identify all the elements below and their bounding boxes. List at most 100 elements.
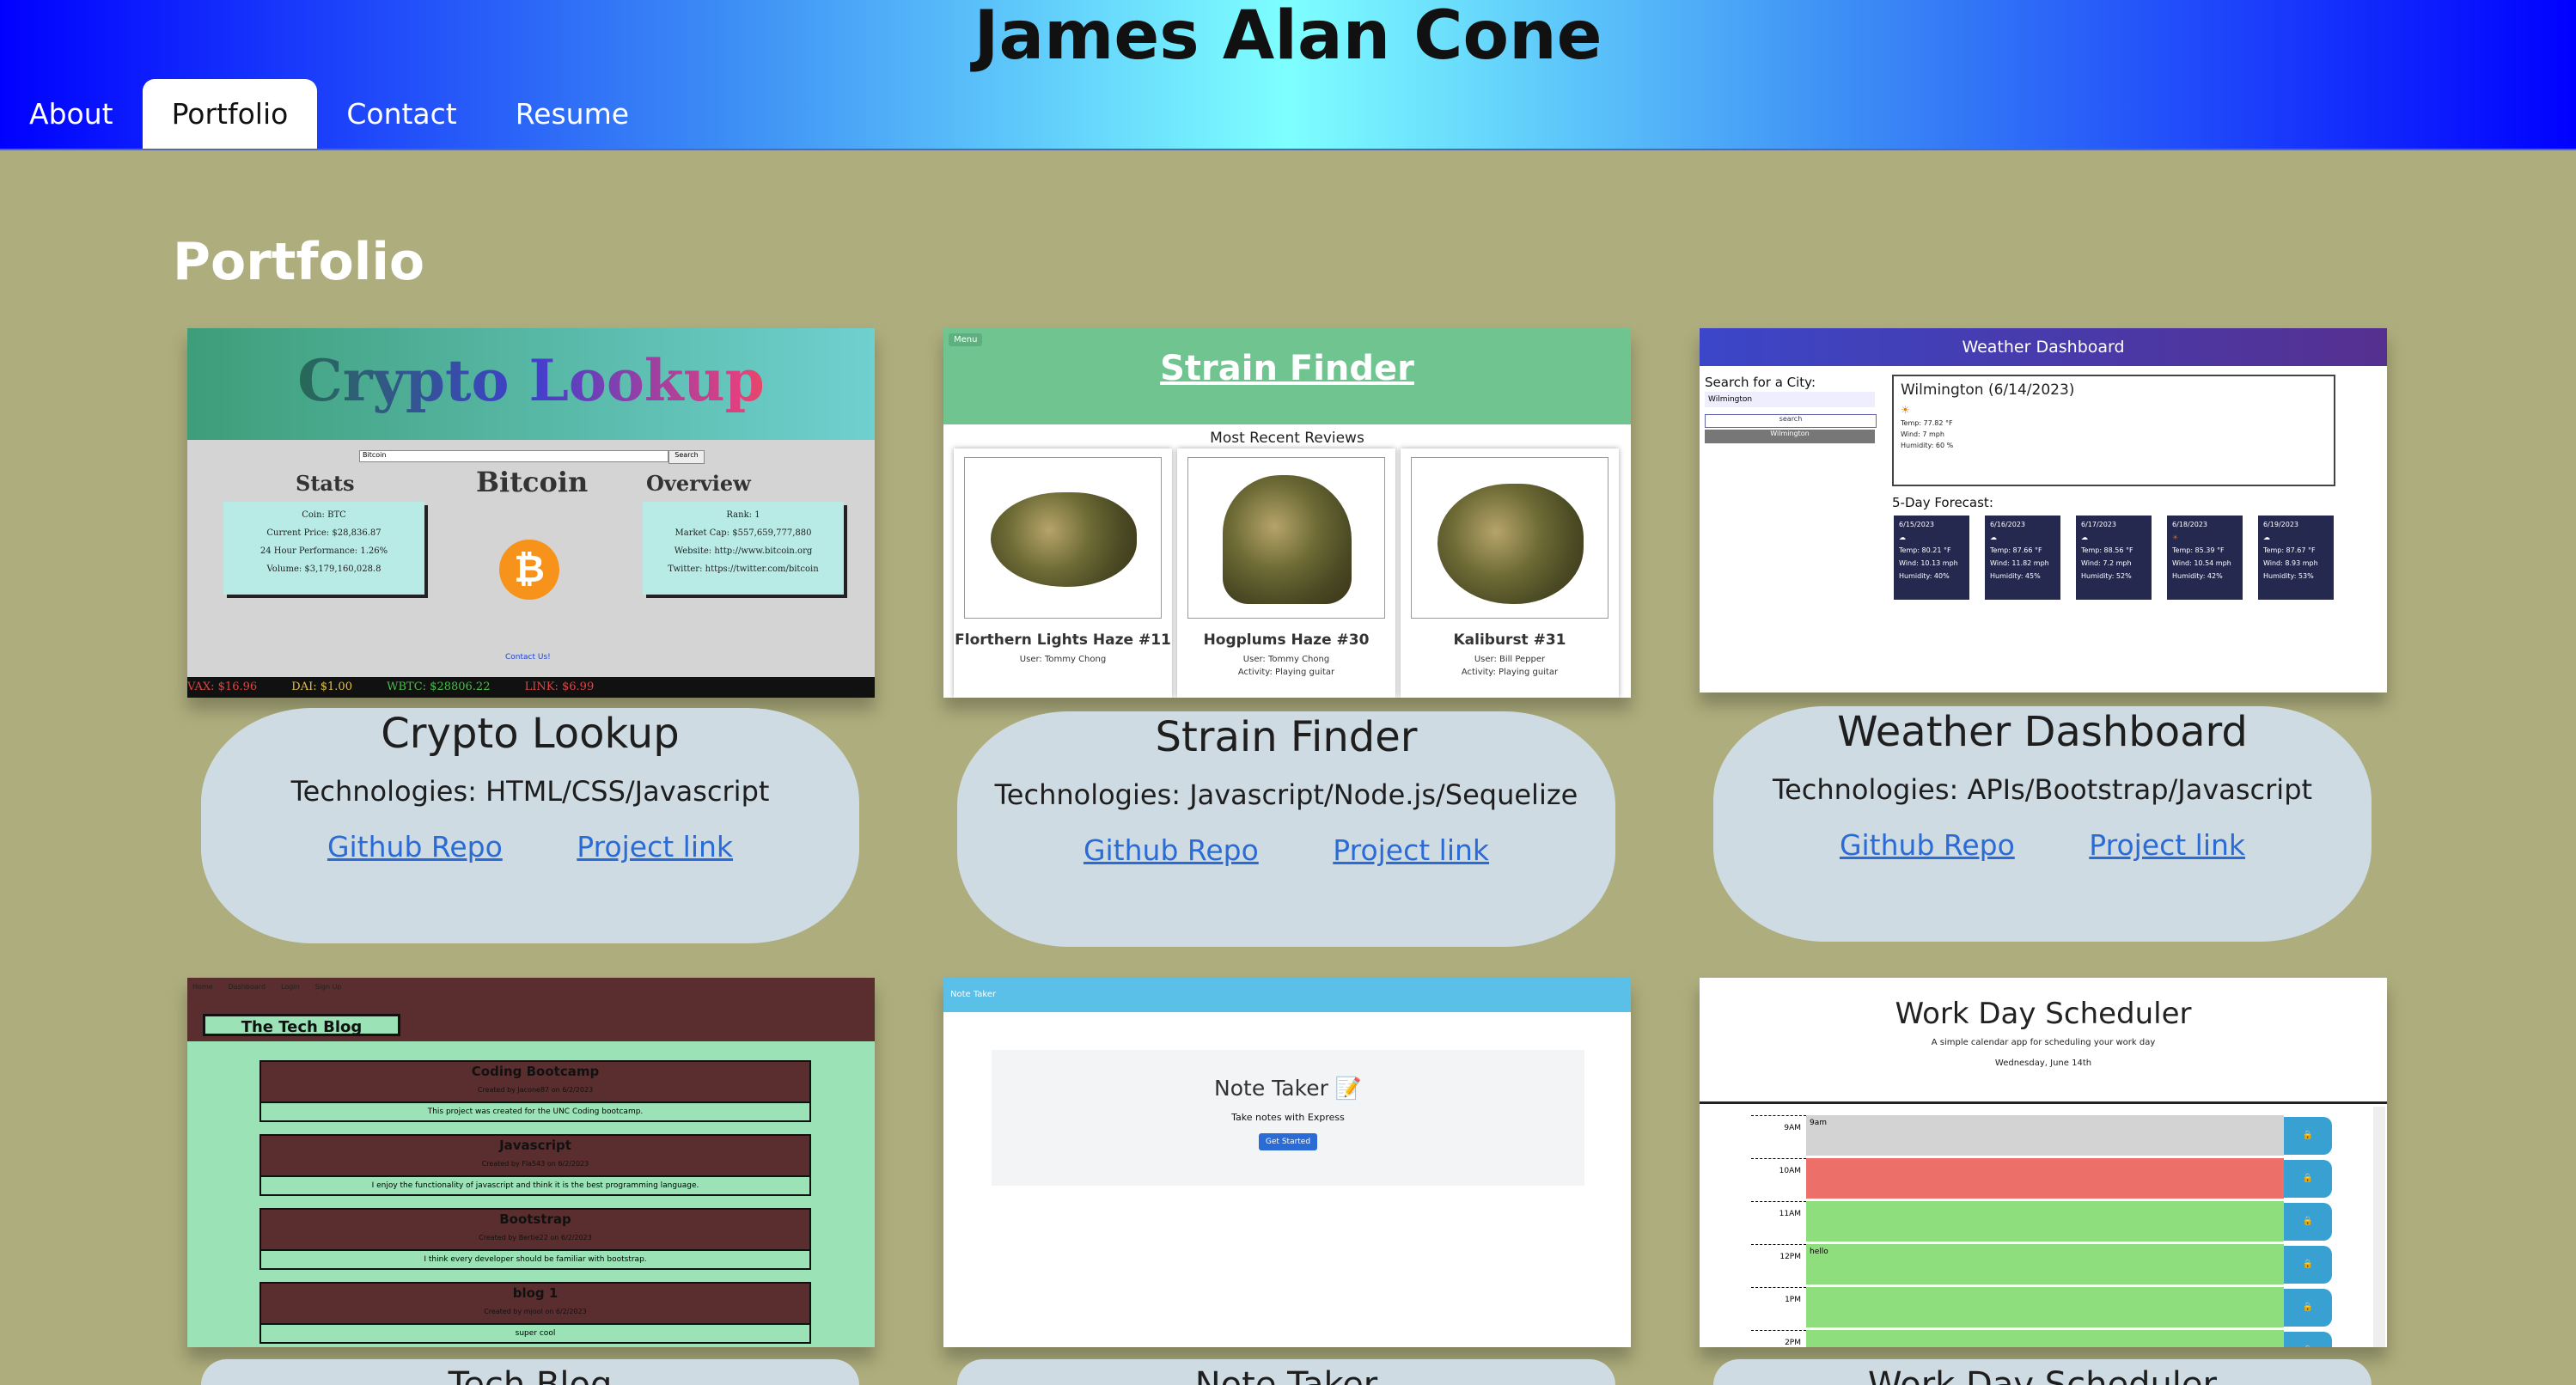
forecast-day: 6/15/2023 ☁ Temp: 80.21 °F Wind: 10.13 mph… xyxy=(1894,516,1969,600)
blog-title: The Tech Blog xyxy=(203,1014,400,1036)
nav-tab-portfolio[interactable]: Portfolio xyxy=(142,79,318,149)
sun-icon: ☀ xyxy=(2172,534,2179,541)
event-textarea xyxy=(1806,1287,2284,1328)
project-screenshot[interactable]: Weather Dashboard Search for a City: Wil… xyxy=(1700,328,2387,692)
project-screenshot[interactable]: Menu Strain Finder Most Recent Reviews F… xyxy=(943,328,1631,698)
weather-current: Wilmington (6/14/2023) ☀ Temp: 77.82 °F … xyxy=(1892,375,2335,486)
overview-line: Website: http://www.bitcoin.org xyxy=(674,546,813,556)
forecast-day: 6/17/2023 ☁ Temp: 88.56 °F Wind: 7.2 mph Hu… xyxy=(2076,516,2152,600)
project-info-peek: Tech Blog xyxy=(201,1359,859,1385)
hour-label: 2PM xyxy=(1751,1330,1806,1347)
note-heading: Note Taker 📝 xyxy=(1214,1076,1362,1101)
sun-icon: ☀ xyxy=(1901,404,1910,416)
scheduler-subtitle: A simple calendar app for scheduling you… xyxy=(1931,1038,2156,1047)
overview-line: Twitter: https://twitter.com/bitcoin xyxy=(668,564,819,574)
github-repo-link[interactable]: Github Repo xyxy=(1084,833,1259,867)
crypto-coin-heading: Bitcoin xyxy=(476,466,589,498)
time-block-row: 1PM 🔒 xyxy=(1751,1287,2332,1328)
crypto-stats-heading: Stats xyxy=(296,471,355,496)
bitcoin-icon: ₿ xyxy=(499,540,559,600)
strain-menu-button: Menu xyxy=(949,333,983,346)
crypto-search-button: Search xyxy=(668,450,705,464)
time-block-row: 11AM 🔒 xyxy=(1751,1201,2332,1242)
project-link[interactable]: Project link xyxy=(1333,833,1489,867)
project-screenshot[interactable]: Crypto Lookup Bitcoin Search Stats Bitco… xyxy=(187,328,875,698)
weather-city: Wilmington (6/14/2023) xyxy=(1901,381,2075,399)
github-repo-link[interactable]: Github Repo xyxy=(1840,828,2015,862)
strain-name: Florthern Lights Haze #11 xyxy=(955,631,1171,649)
cloud-icon: ☁ xyxy=(1990,534,1997,541)
event-textarea: 9am xyxy=(1806,1115,2284,1156)
crypto-ticker: VAX: $16.96 DAI: $1.00 WBTC: $28806.22 L… xyxy=(187,677,875,698)
project-technologies: Technologies: Javascript/Node.js/Sequeli… xyxy=(994,778,1578,811)
crypto-title: Crypto Lookup xyxy=(187,347,875,414)
crypto-header: Crypto Lookup xyxy=(187,328,875,440)
strain-review-card: Kaliburst #31 User: Bill Pepper Activity… xyxy=(1401,448,1619,698)
note-body: Note Taker 📝 Take notes with Express Get… xyxy=(943,1012,1631,1347)
overview-line: Market Cap: $557,659,777,880 xyxy=(675,528,812,538)
stat-line: Current Price: $28,836.87 xyxy=(266,528,382,538)
strain-user: User: Tommy Chong xyxy=(1242,655,1330,664)
crypto-body: Bitcoin Search Stats Bitcoin Overview Co… xyxy=(187,440,875,677)
nav-tab-contact[interactable]: Contact xyxy=(317,79,485,149)
hour-label: 11AM xyxy=(1751,1201,1806,1242)
save-icon: 🔒 xyxy=(2284,1117,2332,1155)
weather-search-input: Wilmington xyxy=(1705,392,1875,407)
hour-label: 9AM xyxy=(1751,1115,1806,1156)
strain-activity: Activity: Playing guitar xyxy=(1461,668,1559,677)
project-info-peek: Note Taker xyxy=(957,1359,1615,1385)
crypto-stats-box: Coin: BTC Current Price: $28,836.87 24 H… xyxy=(223,502,424,595)
project-info-peek: Work Day Scheduler xyxy=(1713,1359,2372,1385)
strain-name: Hogplums Haze #30 xyxy=(1203,631,1370,649)
nav-tab-resume[interactable]: Resume xyxy=(486,79,658,149)
project-info: Crypto Lookup Technologies: HTML/CSS/Jav… xyxy=(201,708,859,943)
weather-search-label: Search for a City: xyxy=(1705,375,1816,390)
save-icon: 🔒 xyxy=(2284,1160,2332,1198)
crypto-search-text: Bitcoin xyxy=(363,451,387,459)
note-navbar: Note Taker xyxy=(943,978,1631,1012)
project-screenshot[interactable]: Note Taker Note Taker 📝 Take notes with … xyxy=(943,978,1631,1347)
time-block-row: 10AM 🔒 xyxy=(1751,1158,2332,1199)
weather-temp: Temp: 77.82 °F xyxy=(1901,419,1953,427)
note-subheading: Take notes with Express xyxy=(1231,1112,1345,1123)
event-textarea xyxy=(1806,1330,2284,1347)
get-started-button: Get Started xyxy=(1258,1133,1318,1150)
blog-post: blog 1 Created by mjool on 6/2/2023 super… xyxy=(259,1282,811,1344)
weather-search-button: search xyxy=(1705,414,1877,428)
project-link[interactable]: Project link xyxy=(2089,828,2245,862)
strain-image xyxy=(1187,457,1385,619)
blog-nav: Home Dashboard Login Sign Up xyxy=(192,983,342,991)
strain-review-card: Hogplums Haze #30 User: Tommy Chong Acti… xyxy=(1177,448,1395,698)
project-screenshot[interactable]: Work Day Scheduler A simple calendar app… xyxy=(1700,978,2387,1347)
save-icon: 🔒 xyxy=(2284,1246,2332,1284)
project-link[interactable]: Project link xyxy=(577,830,733,863)
scheduler-title: Work Day Scheduler xyxy=(1895,997,2192,1031)
hour-label: 1PM xyxy=(1751,1287,1806,1328)
weather-header: Weather Dashboard xyxy=(1700,328,2387,366)
crypto-search-input: Bitcoin xyxy=(359,450,668,462)
strain-user: User: Tommy Chong xyxy=(1019,655,1107,664)
forecast-day: 6/18/2023 ☀ Temp: 85.39 °F Wind: 10.54 mph… xyxy=(2167,516,2243,600)
forecast-day: 6/16/2023 ☁ Temp: 87.66 °F Wind: 11.82 mph… xyxy=(1985,516,2060,600)
note-jumbotron: Note Taker 📝 Take notes with Express Get… xyxy=(992,1050,1584,1186)
strain-activity: Activity: Playing guitar xyxy=(1237,668,1335,677)
forecast-label: 5-Day Forecast: xyxy=(1892,495,1993,510)
hour-label: 12PM xyxy=(1751,1244,1806,1285)
project-technologies: Technologies: APIs/Bootstrap/Javascript xyxy=(1772,773,2313,806)
site-title: James Alan Cone xyxy=(974,0,1602,75)
blog-post: Coding Bootcamp Created by Jacone87 on 6/… xyxy=(259,1060,811,1122)
strain-image xyxy=(1411,457,1608,619)
project-name: Weather Dashboard xyxy=(1837,708,2248,756)
ticker-item: LINK: $6.99 xyxy=(524,680,595,693)
strain-user: User: Bill Pepper xyxy=(1474,655,1546,664)
save-icon: 🔒 xyxy=(2284,1289,2332,1327)
project-screenshot[interactable]: Home Dashboard Login Sign Up The Tech Blog … xyxy=(187,978,875,1347)
blog-header: Home Dashboard Login Sign Up The Tech Blog xyxy=(187,978,875,1041)
cloud-icon: ☁ xyxy=(2263,534,2270,541)
nav-tab-about[interactable]: About xyxy=(0,79,143,149)
weather-body: Search for a City: Wilmington search Wil… xyxy=(1700,366,2387,692)
github-repo-link[interactable]: Github Repo xyxy=(327,830,503,863)
cloud-icon: ☁ xyxy=(2081,534,2088,541)
project-technologies: Technologies: HTML/CSS/Javascript xyxy=(290,775,770,808)
project-name: Strain Finder xyxy=(1155,713,1418,761)
